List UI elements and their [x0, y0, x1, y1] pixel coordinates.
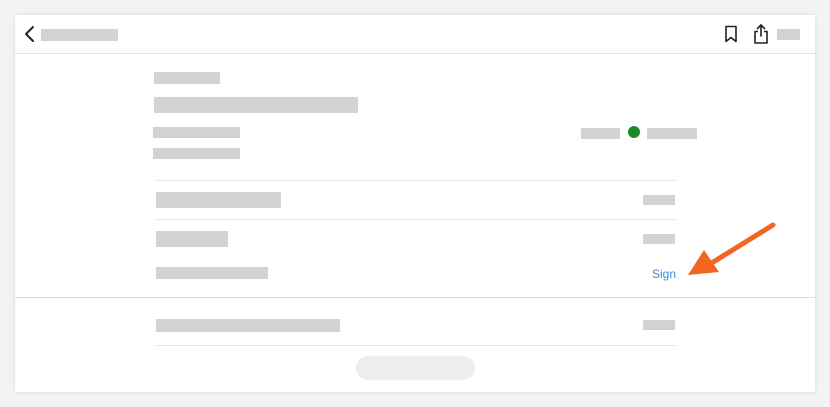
list-item-label-placeholder	[156, 267, 268, 279]
status-value-placeholder	[647, 128, 697, 139]
document-subtitle-placeholder	[154, 72, 220, 84]
sign-link[interactable]: Sign	[652, 267, 676, 281]
bottom-action-button-placeholder[interactable]	[356, 356, 475, 380]
annotation-arrow-icon	[680, 220, 780, 285]
list-item-value-placeholder	[643, 320, 675, 330]
chevron-left-icon[interactable]	[24, 25, 36, 48]
status-dot	[628, 126, 640, 138]
share-icon[interactable]	[752, 23, 770, 50]
list-divider-top	[156, 180, 676, 181]
meta-line-2-placeholder	[153, 148, 240, 159]
list-item-label-placeholder	[156, 192, 281, 208]
list-item-value-placeholder	[643, 195, 675, 205]
bookmark-icon[interactable]	[724, 25, 738, 48]
list-item-label-placeholder	[156, 319, 340, 332]
section-divider	[15, 297, 815, 298]
list-item-label-placeholder	[156, 231, 228, 247]
list-item-value-placeholder	[643, 234, 675, 244]
back-label-placeholder[interactable]	[41, 29, 118, 41]
list-divider-bottom	[156, 345, 676, 346]
document-title-placeholder	[154, 97, 358, 113]
status-label-placeholder	[581, 128, 620, 139]
list-divider	[156, 219, 676, 220]
document-window: Sign	[15, 15, 815, 392]
meta-line-1-placeholder	[153, 127, 240, 138]
top-bar	[15, 15, 815, 54]
more-button-placeholder[interactable]	[777, 29, 800, 40]
